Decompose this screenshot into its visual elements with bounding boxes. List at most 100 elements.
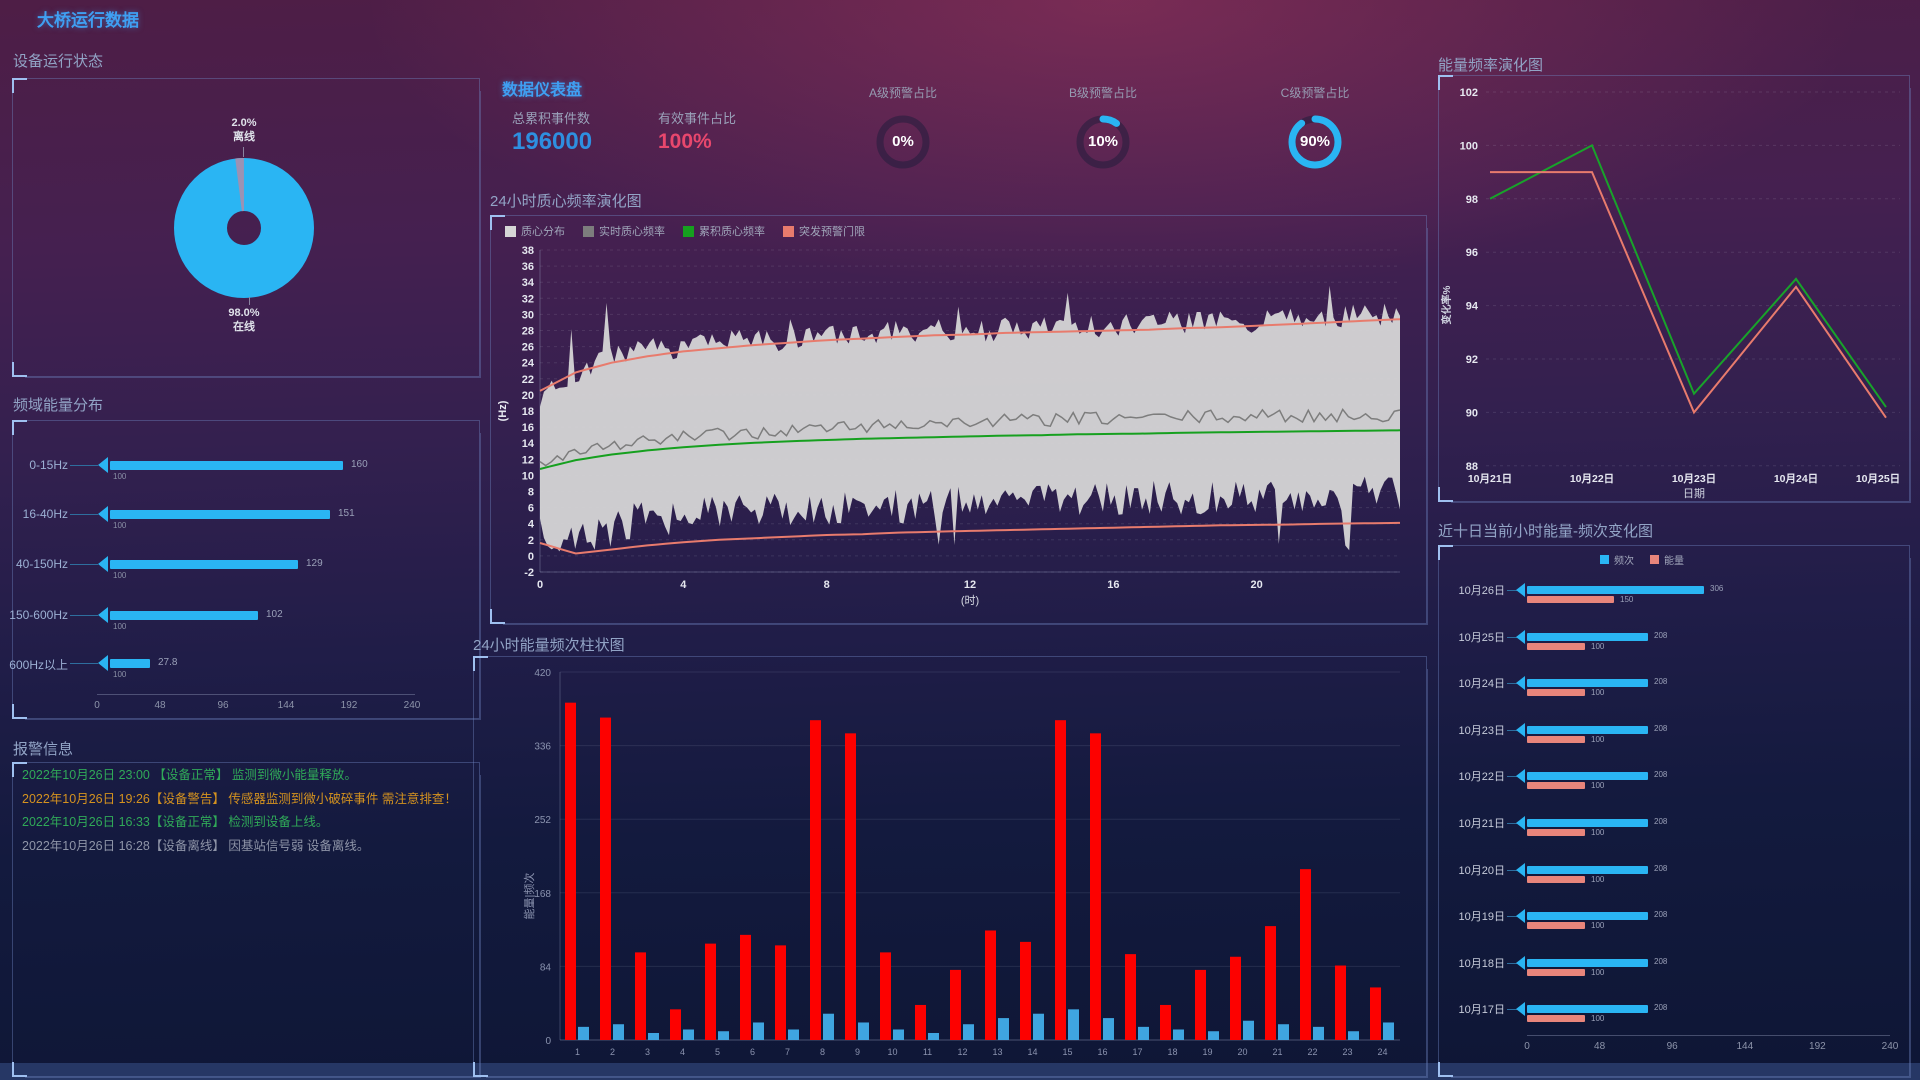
svg-text:10月24日: 10月24日 bbox=[1774, 473, 1818, 485]
svg-text:22: 22 bbox=[1307, 1047, 1317, 1057]
svg-text:10月22日: 10月22日 bbox=[1570, 473, 1614, 485]
svg-text:252: 252 bbox=[534, 815, 551, 826]
slider-value: 151 bbox=[338, 508, 355, 519]
energy-bar bbox=[1527, 643, 1585, 650]
svg-text:1: 1 bbox=[575, 1047, 580, 1057]
alarm-item: 2022年10月26日 23:00 【设备正常】 监测到微小能量释放。 bbox=[22, 764, 457, 788]
device-status-donut bbox=[174, 158, 314, 298]
legend-swatch bbox=[683, 226, 694, 237]
energy-bar bbox=[1527, 689, 1585, 696]
panel-title-alarms: 报警信息 bbox=[13, 738, 73, 759]
energy-bar bbox=[1527, 829, 1585, 836]
freq-bar-value: 208 bbox=[1654, 631, 1667, 640]
centroid-chart: 38363432302826242220181614121086420-2048… bbox=[490, 215, 1425, 622]
row-handle[interactable] bbox=[1516, 723, 1525, 737]
energy-bar bbox=[1527, 596, 1614, 603]
legend-item-频次[interactable]: 频次 bbox=[1600, 552, 1634, 567]
svg-text:8: 8 bbox=[820, 1047, 825, 1057]
date-label-10月20日: 10月20日 bbox=[1438, 862, 1505, 878]
legend-label: 频次 bbox=[1614, 552, 1634, 567]
slider-bar bbox=[110, 611, 258, 620]
offline-text: 离线 bbox=[164, 130, 324, 144]
row-handle[interactable] bbox=[1516, 909, 1525, 923]
tendays-axis-tick: 48 bbox=[1594, 1041, 1605, 1052]
donut-offline-label: 2.0%离线 bbox=[164, 116, 324, 144]
svg-text:18: 18 bbox=[522, 406, 534, 418]
ten-days-legend: 频次 能量 bbox=[1600, 552, 1684, 567]
slider-sub-value: 100 bbox=[113, 571, 126, 580]
online-text: 在线 bbox=[164, 320, 324, 334]
legend-item-能量[interactable]: 能量 bbox=[1650, 552, 1684, 567]
slider-sub-value: 100 bbox=[113, 472, 126, 481]
row-handle[interactable] bbox=[1516, 1002, 1525, 1016]
slider-handle[interactable] bbox=[98, 607, 108, 623]
energy-bar-value: 100 bbox=[1591, 642, 1604, 651]
row-handle[interactable] bbox=[1516, 676, 1525, 690]
svg-text:8: 8 bbox=[824, 579, 830, 591]
legend-item-累积质心频率[interactable]: 累积质心频率 bbox=[683, 223, 765, 239]
tendays-axis-tick: 144 bbox=[1736, 1041, 1753, 1052]
svg-text:26: 26 bbox=[522, 342, 534, 354]
date-label-10月24日: 10月24日 bbox=[1438, 675, 1505, 691]
svg-text:90: 90 bbox=[1466, 407, 1478, 419]
svg-text:12: 12 bbox=[522, 454, 534, 466]
slider-line bbox=[70, 663, 98, 664]
stat-valid-label: 有效事件占比 bbox=[658, 108, 736, 127]
row-handle[interactable] bbox=[1516, 583, 1525, 597]
svg-text:28: 28 bbox=[522, 326, 534, 338]
legend-item-实时质心频率[interactable]: 实时质心频率 bbox=[583, 223, 665, 239]
energy-bar-value: 100 bbox=[1591, 735, 1604, 744]
panel-title-device-status: 设备运行状态 bbox=[13, 50, 103, 71]
legend-label: 能量 bbox=[1664, 552, 1684, 567]
legend-swatch bbox=[583, 226, 594, 237]
slider-label-150-600Hz: 150-600Hz bbox=[0, 608, 68, 622]
freq-bar bbox=[1527, 772, 1648, 780]
row-handle[interactable] bbox=[1516, 630, 1525, 644]
stat-valid-value: 100% bbox=[658, 130, 712, 154]
svg-text:2: 2 bbox=[610, 1047, 615, 1057]
svg-text:能量|频次: 能量|频次 bbox=[522, 873, 536, 920]
date-label-10月21日: 10月21日 bbox=[1438, 815, 1505, 831]
energy-bar-value: 100 bbox=[1591, 921, 1604, 930]
tendays-axis-tick: 96 bbox=[1667, 1041, 1678, 1052]
panel-title-ten-days: 近十日当前小时能量-频次变化图 bbox=[1438, 520, 1653, 541]
slider-handle[interactable] bbox=[98, 556, 108, 572]
slider-handle[interactable] bbox=[98, 506, 108, 522]
svg-text:20: 20 bbox=[1237, 1047, 1247, 1057]
slider-bar bbox=[110, 510, 330, 519]
freq-bar-value: 208 bbox=[1654, 770, 1667, 779]
svg-text:0: 0 bbox=[537, 579, 543, 591]
gauge-label-0: A级预警占比 bbox=[833, 84, 973, 101]
row-handle[interactable] bbox=[1516, 769, 1525, 783]
alarm-item: 2022年10月26日 16:33【设备正常】 检测到设备上线。 bbox=[22, 811, 457, 835]
energy-bar-value: 150 bbox=[1620, 595, 1633, 604]
row-handle[interactable] bbox=[1516, 956, 1525, 970]
svg-text:5: 5 bbox=[715, 1047, 720, 1057]
panel-title-centroid: 24小时质心频率演化图 bbox=[490, 190, 642, 211]
dashboard-root: 大桥运行数据 设备运行状态 频域能量分布 0-15Hz16010016-40Hz… bbox=[0, 0, 1920, 1080]
svg-text:14: 14 bbox=[1027, 1047, 1037, 1057]
energy-bar-value: 100 bbox=[1591, 875, 1604, 884]
svg-text:15: 15 bbox=[1062, 1047, 1072, 1057]
row-handle[interactable] bbox=[1516, 863, 1525, 877]
alarm-item: 2022年10月26日 16:28【设备离线】 因基站信号弱 设备离线。 bbox=[22, 835, 457, 859]
legend-item-质心分布[interactable]: 质心分布 bbox=[505, 223, 565, 239]
gauge-1: 10% bbox=[1073, 112, 1133, 172]
legend-item-突发预警门限[interactable]: 突发预警门限 bbox=[783, 223, 865, 239]
freq-bar-value: 306 bbox=[1710, 584, 1723, 593]
energy-bar bbox=[1527, 736, 1585, 743]
legend-label: 累积质心频率 bbox=[699, 223, 765, 239]
svg-text:10月21日: 10月21日 bbox=[1468, 473, 1512, 485]
energy-bar bbox=[1527, 782, 1585, 789]
slider-value: 129 bbox=[306, 558, 323, 569]
svg-text:6: 6 bbox=[528, 503, 534, 515]
legend-label: 质心分布 bbox=[521, 223, 565, 239]
slider-handle[interactable] bbox=[98, 655, 108, 671]
slider-handle[interactable] bbox=[98, 457, 108, 473]
slider-line bbox=[70, 514, 98, 515]
svg-text:14: 14 bbox=[522, 438, 535, 450]
energy-bar bbox=[1527, 969, 1585, 976]
freq-axis-tick: 0 bbox=[94, 700, 100, 711]
donut-leader-top bbox=[243, 147, 244, 157]
row-handle[interactable] bbox=[1516, 816, 1525, 830]
